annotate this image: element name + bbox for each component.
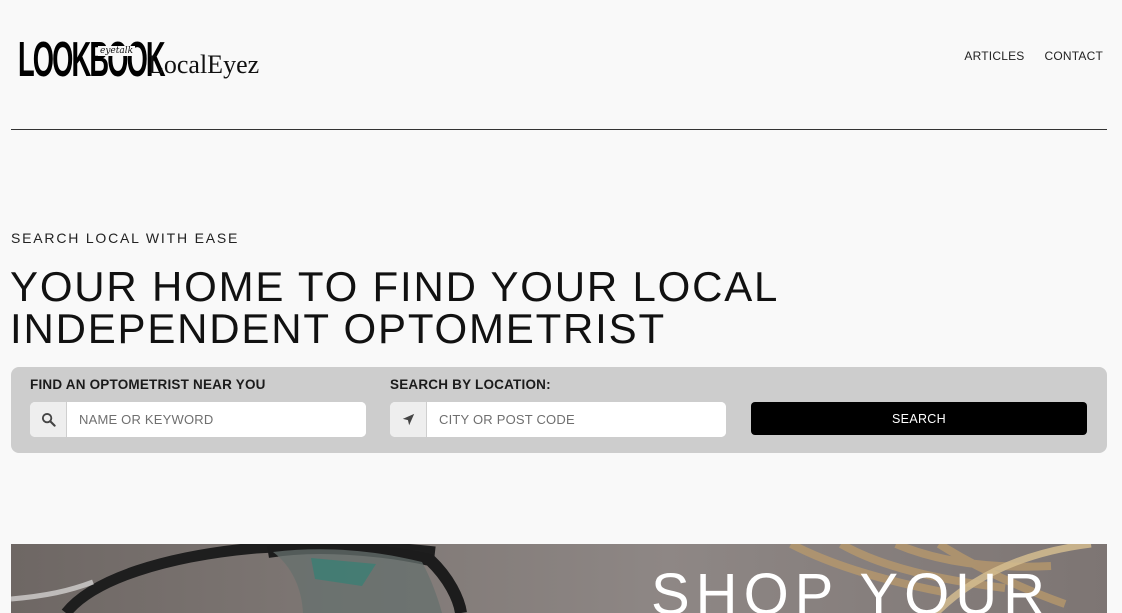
header-divider	[11, 129, 1107, 130]
nav-item-articles[interactable]: ARTICLES	[964, 48, 1024, 64]
main-nav: ARTICLES CONTACT	[964, 48, 1103, 64]
city-postcode-input[interactable]	[427, 402, 726, 437]
name-keyword-input[interactable]	[67, 402, 366, 437]
page: LOOKBOOK eyetalk LocalEyez ARTICLES CONT…	[0, 0, 1122, 613]
location-arrow-icon	[390, 402, 427, 437]
lookbook-logo-mark: LOOKBOOK eyetalk	[18, 26, 166, 87]
name-search-label: FIND AN OPTOMETRIST NEAR YOU	[30, 377, 266, 392]
banner-heading: SHOP YOUR	[651, 562, 1051, 613]
promo-banner[interactable]: SHOP YOUR	[11, 544, 1107, 613]
search-icon	[30, 402, 67, 437]
location-search-group	[390, 402, 726, 437]
name-search-group	[30, 402, 366, 437]
brand-logo[interactable]: LOOKBOOK eyetalk LocalEyez	[18, 26, 260, 88]
hero-title: YOUR HOME TO FIND YOUR LOCAL INDEPENDENT…	[10, 263, 778, 352]
hero-eyebrow: SEARCH LOCAL WITH EASE	[11, 230, 240, 246]
brand-name: LocalEyez	[148, 50, 260, 79]
logo-wordmark: LOOKBOOK	[18, 32, 166, 88]
search-panel: FIND AN OPTOMETRIST NEAR YOU SEARCH BY L…	[11, 367, 1107, 453]
logo-script-text: eyetalk	[98, 46, 136, 56]
nav-item-contact[interactable]: CONTACT	[1044, 48, 1103, 64]
search-button[interactable]: SEARCH	[751, 402, 1087, 435]
location-search-label: SEARCH BY LOCATION:	[390, 377, 551, 392]
site-header: LOOKBOOK eyetalk LocalEyez ARTICLES CONT…	[0, 0, 1122, 130]
